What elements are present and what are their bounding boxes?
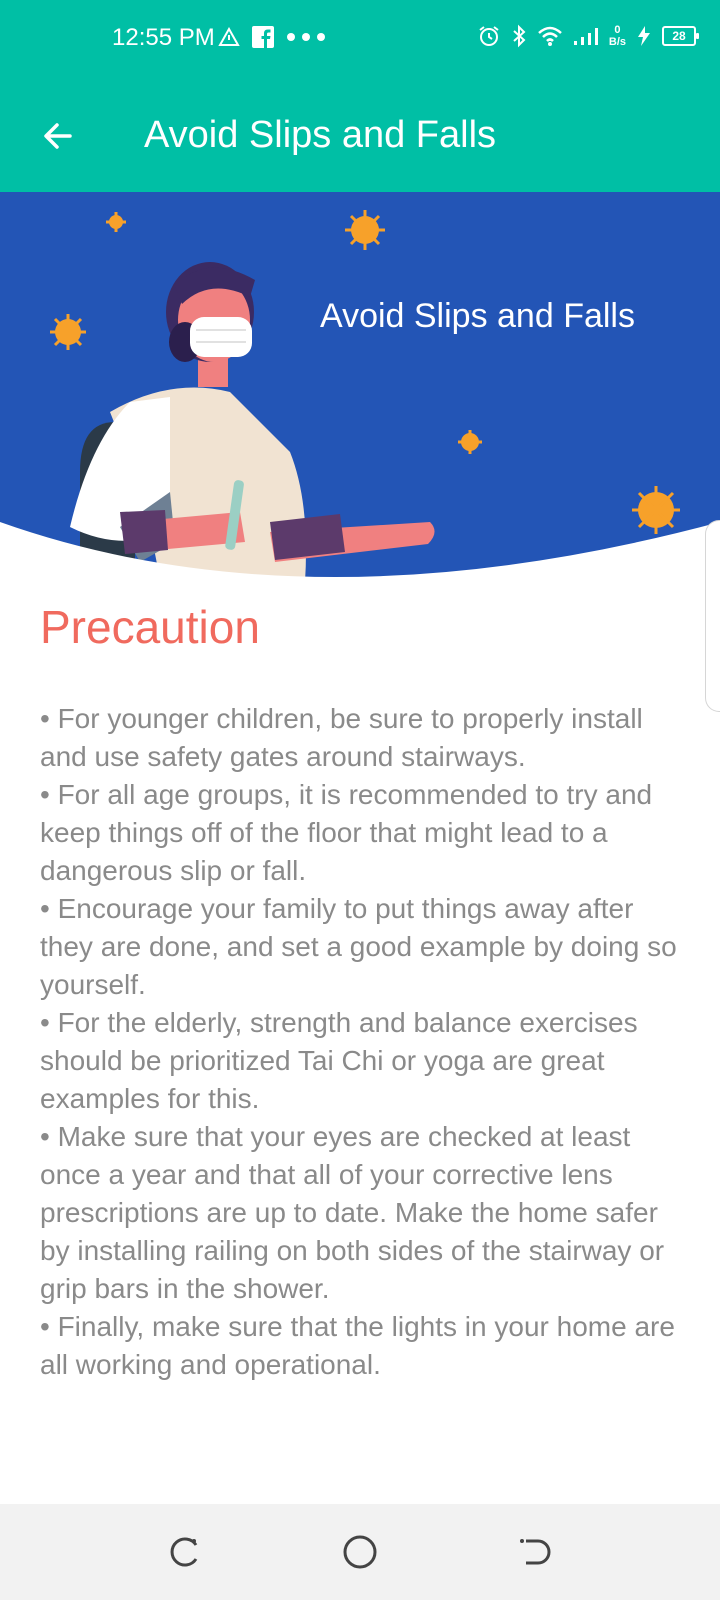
side-drawer-handle[interactable] — [705, 520, 720, 712]
section-heading: Precaution — [40, 601, 260, 653]
status-time: 12:55 PM — [112, 24, 215, 51]
net-speed: 0 B/s — [608, 24, 626, 48]
facebook-icon — [252, 26, 274, 48]
recents-button[interactable] — [163, 1530, 207, 1574]
banner-title: Avoid Slips and Falls — [320, 297, 635, 335]
app-bar: Avoid Slips and Falls — [0, 80, 720, 192]
home-icon — [342, 1534, 378, 1570]
signal-icon — [573, 26, 599, 46]
banner: Avoid Slips and Falls — [0, 192, 720, 592]
wifi-icon — [537, 25, 563, 47]
back-icon — [518, 1535, 552, 1569]
charging-icon — [636, 25, 652, 47]
back-button[interactable] — [34, 112, 82, 160]
bluetooth-icon — [511, 24, 527, 48]
precaution-text: • For younger children, be sure to prope… — [40, 703, 677, 1380]
more-dots-icon — [286, 32, 326, 42]
warning-triangle-icon — [218, 27, 240, 47]
banner-illustration — [0, 210, 720, 592]
nav-back-button[interactable] — [513, 1530, 557, 1574]
recents-icon — [168, 1535, 202, 1569]
status-bar: 12:55 PM 0 B/s 28 — [0, 0, 720, 80]
page-title: Avoid Slips and Falls — [144, 114, 497, 156]
arrow-left-icon — [40, 118, 76, 154]
battery-icon: 28 — [662, 26, 699, 46]
system-nav-bar — [0, 1504, 720, 1600]
alarm-icon — [477, 24, 501, 48]
home-button[interactable] — [338, 1530, 382, 1574]
